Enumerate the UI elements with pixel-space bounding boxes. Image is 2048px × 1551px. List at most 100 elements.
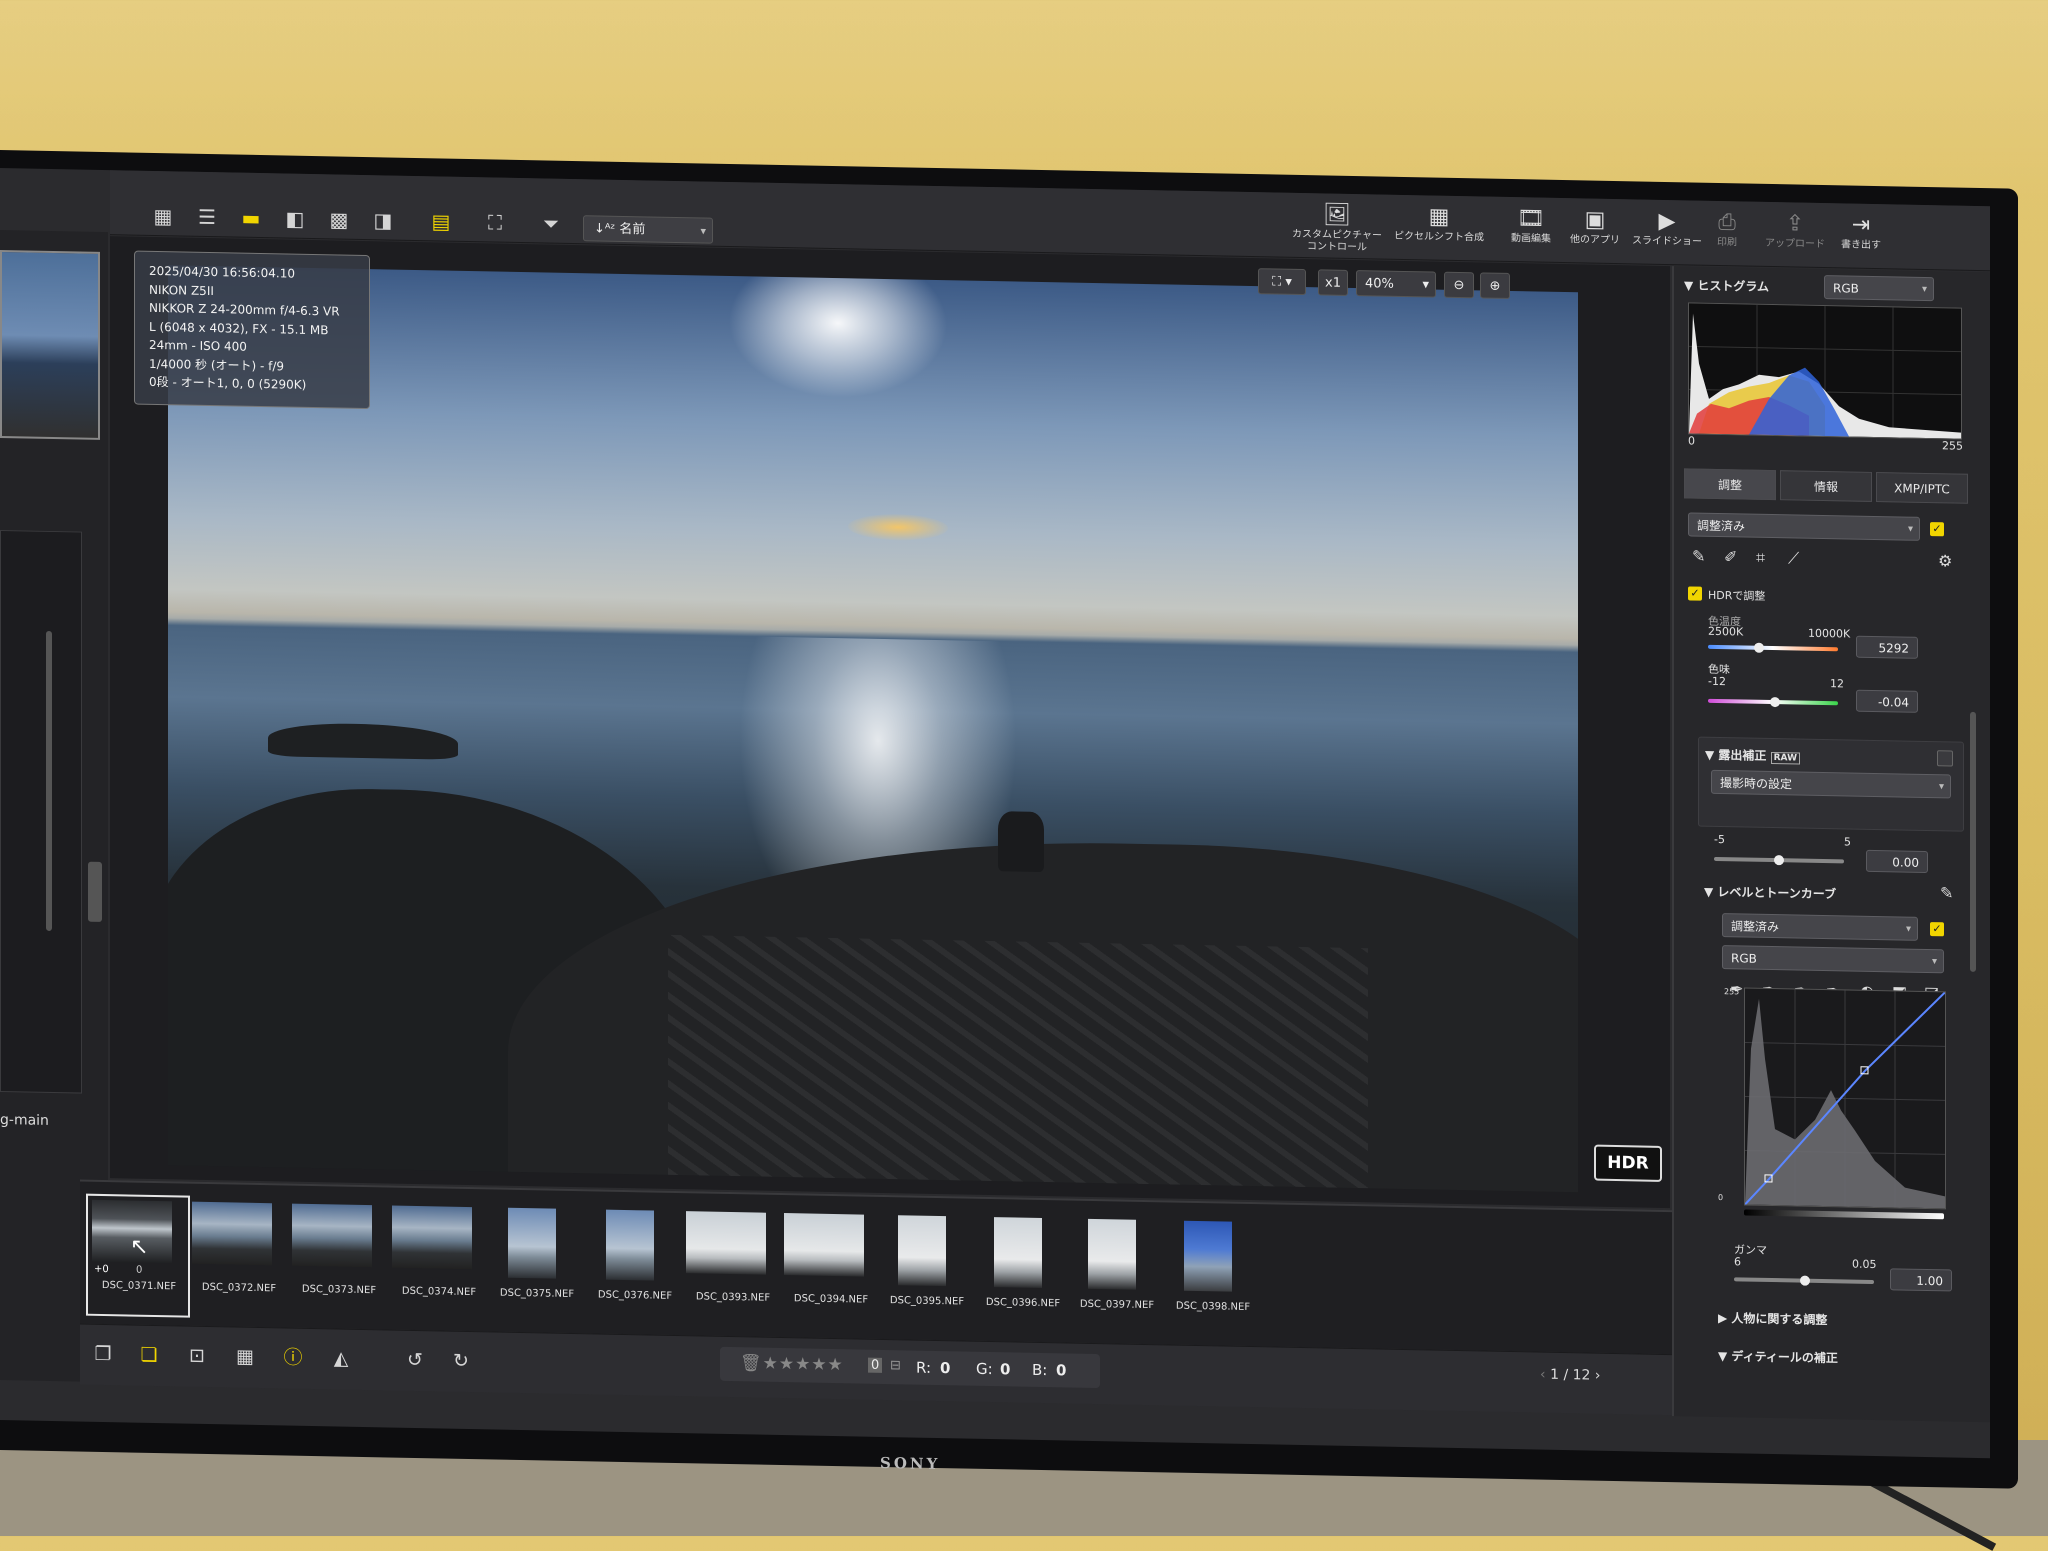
hdr-label: HDRで調整: [1708, 588, 1766, 603]
fit-screen-button[interactable]: ⛶ ▾: [1258, 268, 1306, 296]
zoom-in-button[interactable]: ⊕: [1480, 272, 1510, 299]
sort-label: 名前: [619, 221, 646, 238]
thumbnail-dsc-0373[interactable]: DSC_0373.NEF: [292, 1203, 384, 1316]
tool-label: ピクセルシフト合成: [1394, 230, 1484, 244]
filter-icon[interactable]: ⏷: [538, 211, 564, 235]
actual-size-button[interactable]: x1: [1318, 269, 1348, 296]
people-section-title[interactable]: ▶ 人物に関する調整: [1718, 1309, 1827, 1328]
custom-picture-control-button[interactable]: 🖼 カスタムピクチャー コントロール: [1292, 201, 1382, 255]
crop-frame-icon[interactable]: ⊡: [184, 1343, 210, 1369]
compare-view-icon[interactable]: ▩: [326, 207, 352, 231]
pixel-shift-button[interactable]: ▦ ピクセルシフト合成: [1394, 203, 1484, 245]
rating-stars[interactable]: 🗑★★★★★: [740, 1353, 844, 1375]
thumbnail-dsc-0395[interactable]: DSC_0395.NEF: [880, 1215, 972, 1327]
rotate-left-icon[interactable]: ↺: [402, 1347, 428, 1373]
grid-icon[interactable]: ▦: [232, 1343, 258, 1369]
adjust-preset-select[interactable]: 調整済み ▾: [1688, 512, 1920, 541]
list-view-icon[interactable]: ☰: [194, 205, 220, 229]
gamma-slider-knob[interactable]: [1800, 1275, 1810, 1286]
next-page-icon[interactable]: ›: [1595, 1368, 1601, 1384]
wb-value[interactable]: 5292: [1856, 635, 1918, 659]
left-sidebar-label: g-main: [0, 1112, 49, 1129]
thumbnail-dsc-0374[interactable]: DSC_0374.NEF: [392, 1205, 484, 1318]
histogram-toggle-icon[interactable]: ◭: [328, 1345, 354, 1371]
brush-icon[interactable]: ✎: [1692, 546, 1705, 565]
exposure-title[interactable]: ▼ 露出補正 RAW: [1705, 746, 1801, 765]
label-icon[interactable]: ⊟: [890, 1358, 901, 1373]
sun-glare: [728, 265, 948, 401]
thumbnail-dsc-0393[interactable]: DSC_0393.NEF: [686, 1211, 778, 1323]
fullscreen-icon[interactable]: ⛶: [482, 210, 508, 234]
detail-section-text: ディティールの補正: [1731, 1349, 1838, 1366]
thumbnail-dsc-0396[interactable]: DSC_0396.NEF: [976, 1217, 1068, 1329]
filmstrip-view-icon[interactable]: ◧: [282, 206, 308, 230]
info-icon[interactable]: ⓘ: [280, 1344, 306, 1370]
thumbnail-image: [606, 1209, 654, 1281]
page-sep: /: [1563, 1367, 1569, 1384]
exposure-value[interactable]: 0.00: [1866, 849, 1928, 874]
main-photo[interactable]: [168, 265, 1578, 1193]
b-label: B:: [1032, 1360, 1048, 1380]
crop-icon[interactable]: ⌗: [1756, 548, 1765, 568]
chevron-down-icon: ▾: [1931, 956, 1937, 968]
prev-page-icon[interactable]: ‹: [1540, 1367, 1550, 1383]
tool-label: 書き出す: [1841, 239, 1881, 252]
tool-label: 印刷: [1717, 236, 1737, 249]
layers-icon[interactable]: ❐: [90, 1341, 116, 1367]
wb-slider[interactable]: [1708, 644, 1838, 652]
exposure-checkbox[interactable]: [1937, 750, 1953, 767]
exposure-slider-knob[interactable]: [1774, 855, 1784, 866]
tab-adjust[interactable]: 調整: [1684, 468, 1776, 501]
rotate-right-icon[interactable]: ↻: [448, 1348, 474, 1374]
wb-slider-knob[interactable]: [1754, 642, 1764, 653]
exposure-preset-select[interactable]: 撮影時の設定 ▾: [1711, 769, 1951, 799]
thumbnail-image: [994, 1217, 1042, 1289]
left-sidebar-thumbnail[interactable]: [0, 250, 100, 440]
input-levels-slider[interactable]: [1744, 1209, 1944, 1220]
layout-menu-icon[interactable]: ▤: [428, 209, 454, 233]
before-after-icon[interactable]: ◨: [370, 208, 396, 232]
thumbnail-dsc-0394[interactable]: DSC_0394.NEF: [784, 1213, 876, 1325]
left-sidebar-scrollbar[interactable]: [46, 630, 52, 931]
edit-icon[interactable]: ✎: [1940, 883, 1953, 902]
detail-section-title[interactable]: ▼ ディティールの補正: [1718, 1347, 1838, 1366]
histogram-title[interactable]: ▼ ヒストグラム: [1684, 276, 1769, 295]
adjust-enabled-checkbox[interactable]: ✓: [1930, 522, 1944, 537]
tint-value[interactable]: -0.04: [1856, 689, 1918, 713]
tone-curve-chart[interactable]: [1744, 987, 1946, 1210]
retouch-icon[interactable]: ✐: [1724, 547, 1737, 566]
rating-count: 0: [868, 1357, 883, 1373]
zoom-level-dropdown[interactable]: 40% ▾: [1356, 270, 1436, 298]
levels-preset-select[interactable]: 調整済み ▾: [1722, 913, 1918, 941]
thumbnail-dsc-0372[interactable]: DSC_0372.NEF: [192, 1201, 284, 1314]
grid-view-icon[interactable]: ▦: [150, 204, 176, 228]
sort-dropdown[interactable]: ↓ᴬᶻ 名前 ▾: [583, 215, 713, 244]
left-panel-collapse-handle[interactable]: [88, 861, 102, 922]
thumbnail-name: DSC_0398.NEF: [1175, 1300, 1251, 1314]
gear-icon[interactable]: ⚙: [1938, 551, 1952, 570]
thumbnail-dsc-0376[interactable]: DSC_0376.NEF: [588, 1209, 680, 1321]
tab-info[interactable]: 情報: [1780, 470, 1872, 502]
hdr-checkbox[interactable]: ✓: [1688, 586, 1702, 601]
thumbnail-dsc-0397[interactable]: DSC_0397.NEF: [1070, 1218, 1162, 1331]
tint-slider-knob[interactable]: [1770, 696, 1780, 708]
single-view-icon[interactable]: ▬: [238, 206, 264, 230]
right-panel-scrollbar[interactable]: [1970, 711, 1976, 972]
trash-icon[interactable]: 🗑: [740, 1353, 763, 1373]
thumbnail-dsc-0398[interactable]: DSC_0398.NEF: [1166, 1220, 1258, 1332]
levels-title[interactable]: ▼ レベルとトーンカーブ: [1704, 883, 1836, 903]
stack-icon[interactable]: ❏: [136, 1342, 162, 1368]
histogram-channel-select[interactable]: RGB ▾: [1824, 275, 1934, 302]
levels-checkbox[interactable]: ✓: [1930, 922, 1944, 937]
thumbnail-dsc-0375[interactable]: DSC_0375.NEF: [490, 1207, 582, 1319]
levels-channel-select[interactable]: RGB ▾: [1722, 945, 1944, 974]
collapse-triangle-icon: ▼: [1718, 1348, 1732, 1364]
zoom-out-button[interactable]: ⊖: [1444, 271, 1474, 299]
thumbnail-dsc-0371[interactable]: ↖ +0 0 DSC_0371.NEF: [86, 1193, 190, 1318]
tab-xmp-iptc[interactable]: XMP/IPTC: [1876, 472, 1968, 504]
straighten-icon[interactable]: ⟋: [1788, 548, 1799, 568]
custom-picture-icon: 🖼: [1323, 202, 1351, 228]
gamma-value[interactable]: 1.00: [1890, 1268, 1952, 1292]
export-button[interactable]: ⇥ 書き出す: [1816, 211, 1906, 253]
rating-badge: 0: [136, 1264, 143, 1276]
